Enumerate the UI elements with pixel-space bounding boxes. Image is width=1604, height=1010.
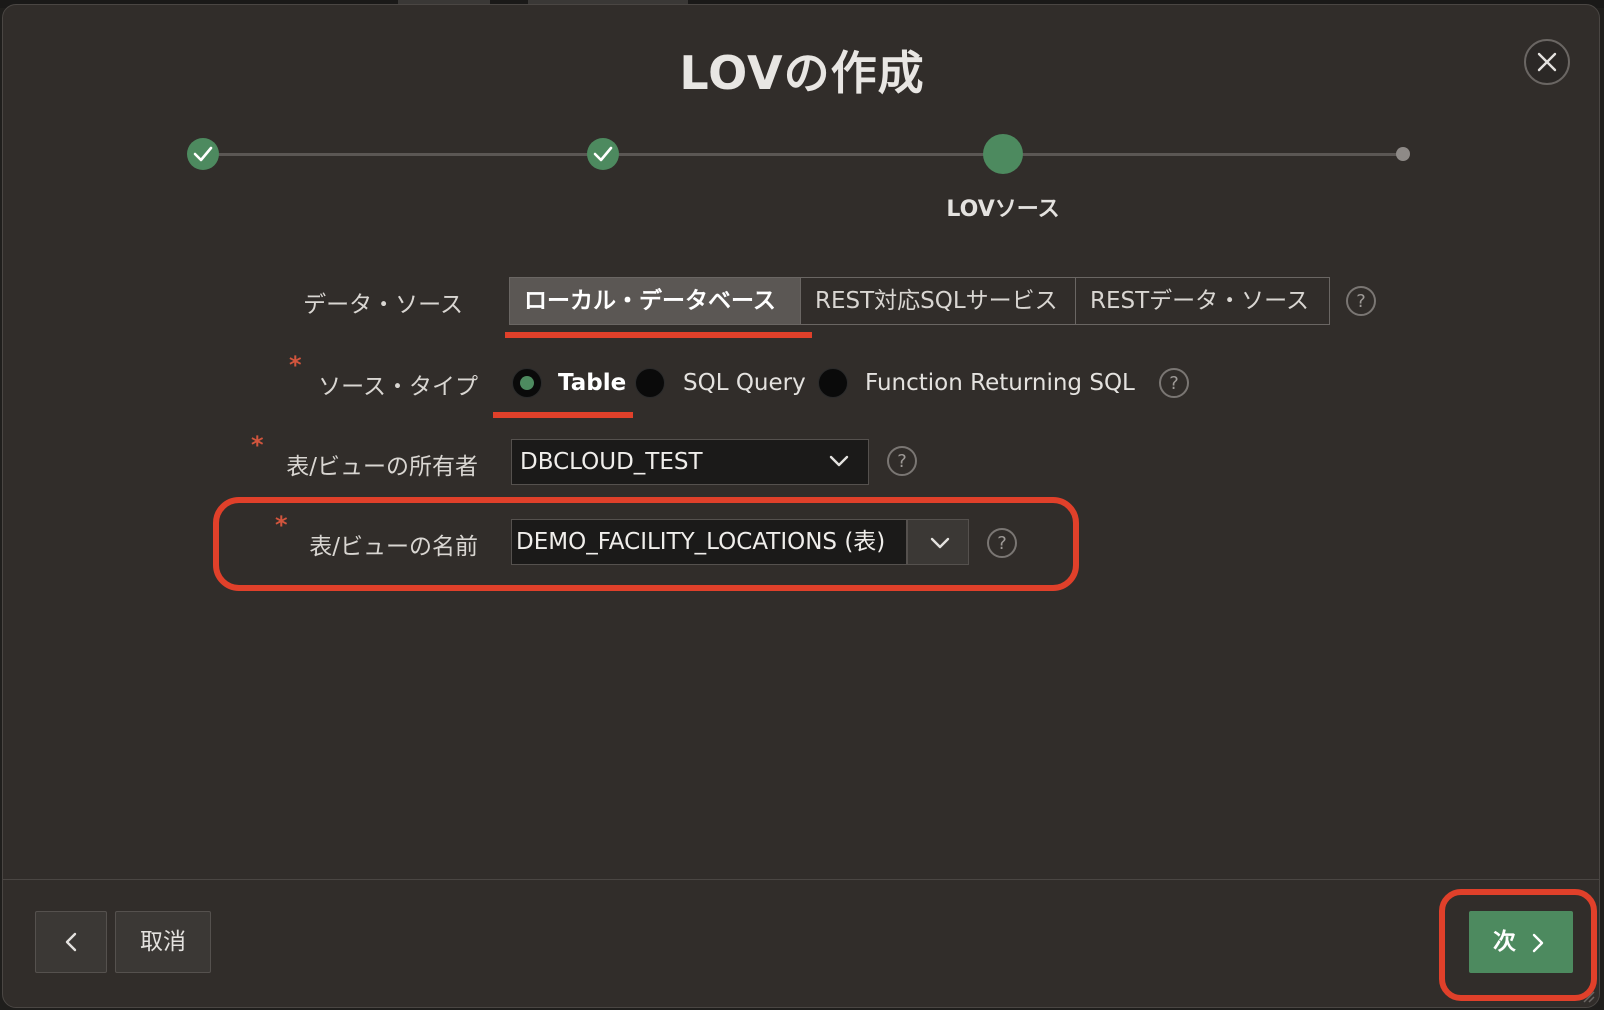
data-source-label: データ・ソース <box>303 292 463 318</box>
radio-table[interactable] <box>512 368 542 398</box>
check-icon <box>593 146 613 162</box>
chevron-down-icon <box>930 537 950 549</box>
next-button-label: 次 <box>1493 929 1516 955</box>
close-button[interactable] <box>1524 39 1570 85</box>
create-lov-dialog: LOVの作成 LOVソース データ・ソース ローカル・データベース REST対応… <box>2 4 1600 1008</box>
help-icon[interactable]: ? <box>1159 368 1189 398</box>
data-source-segmented-control: ローカル・データベース REST対応SQLサービス RESTデータ・ソース <box>509 277 1330 325</box>
next-button[interactable]: 次 <box>1469 911 1573 973</box>
check-icon <box>193 146 213 162</box>
radio-label-table[interactable]: Table <box>558 368 626 398</box>
owner-select[interactable]: DBCLOUD_TEST <box>511 439 869 485</box>
current-step-label: LOVソース <box>946 197 1060 222</box>
table-name-label: 表/ビューの名前 <box>309 534 478 560</box>
table-name-dropdown-button[interactable] <box>907 519 969 565</box>
help-icon[interactable]: ? <box>987 528 1017 558</box>
wizard-step-4 <box>1396 147 1410 161</box>
wizard-step-2 <box>587 138 619 170</box>
radio-function-returning-sql[interactable] <box>818 368 848 398</box>
chevron-right-icon <box>1532 933 1544 953</box>
chevron-down-icon <box>829 455 849 467</box>
source-type-label: ソース・タイプ <box>318 374 478 400</box>
progress-track <box>203 153 1403 156</box>
option-local-database[interactable]: ローカル・データベース <box>510 278 801 324</box>
table-name-select-value: DEMO_FACILITY_LOCATIONS (表) <box>516 529 886 555</box>
footer-divider <box>3 879 1599 880</box>
radio-label-sql-query[interactable]: SQL Query <box>683 368 806 398</box>
cancel-button[interactable]: 取消 <box>115 911 211 973</box>
owner-label: 表/ビューの所有者 <box>286 454 478 480</box>
help-icon[interactable]: ? <box>887 446 917 476</box>
close-icon <box>1537 52 1557 72</box>
wizard-step-1 <box>187 138 219 170</box>
chevron-left-icon <box>65 932 77 952</box>
dialog-title: LOVの作成 <box>679 46 925 100</box>
back-button[interactable] <box>35 911 107 973</box>
wizard-step-3-current <box>983 134 1023 174</box>
annotation-underline <box>493 412 633 418</box>
annotation-underline <box>505 332 812 338</box>
resize-handle-icon[interactable] <box>1581 989 1595 1003</box>
option-rest-data-source[interactable]: RESTデータ・ソース <box>1076 278 1329 324</box>
radio-label-function-returning-sql[interactable]: Function Returning SQL <box>865 368 1135 398</box>
radio-sql-query[interactable] <box>635 368 665 398</box>
owner-select-value: DBCLOUD_TEST <box>520 449 703 475</box>
option-rest-enabled-sql[interactable]: REST対応SQLサービス <box>801 278 1076 324</box>
help-icon[interactable]: ? <box>1346 286 1376 316</box>
table-name-select[interactable]: DEMO_FACILITY_LOCATIONS (表) <box>511 519 907 565</box>
